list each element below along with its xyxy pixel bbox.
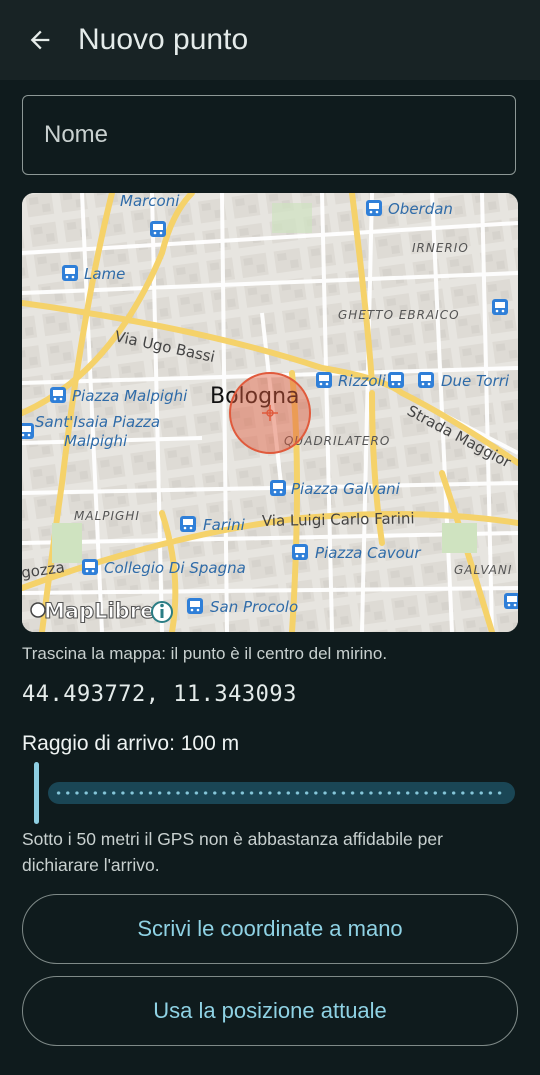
gps-accuracy-note: Sotto i 50 metri il GPS non è abbastanza… <box>22 829 443 875</box>
map-view[interactable]: Marconi Oberdan Lame Rizzoli Due Torri P… <box>22 193 518 632</box>
map-label-piazza-cavour: Piazza Cavour <box>315 544 421 562</box>
slider-tick-marks <box>54 791 504 795</box>
radius-label: Raggio di arrivo: 100 m <box>22 732 240 755</box>
enter-coordinates-manually-button[interactable]: Scrivi le coordinate a mano <box>22 894 518 964</box>
back-button[interactable] <box>18 18 62 62</box>
radius-slider[interactable] <box>22 762 518 826</box>
map-label-galvani: GALVANI <box>454 563 512 577</box>
map-label-collegio-di-spagna: Collegio Di Spagna <box>104 559 246 577</box>
use-current-location-button[interactable]: Usa la posizione attuale <box>22 976 518 1046</box>
name-field-container <box>22 95 516 175</box>
app-bar: Nuovo punto <box>0 0 540 80</box>
map-label-due-torri: Due Torri <box>441 372 510 390</box>
map-label-farini: Farini <box>203 516 246 534</box>
arrow-back-icon <box>30 30 50 50</box>
map-label-malpighi: MALPIGHI <box>74 509 140 523</box>
map-label-irnerio: IRNERIO <box>412 241 469 255</box>
crosshair-icon <box>229 372 311 454</box>
svg-text:MapLibre: MapLibre <box>44 599 154 623</box>
maplibre-logo: MapLibre <box>30 598 155 624</box>
map-label-santisaia-1: Sant'Isaia Piazza <box>35 413 160 431</box>
map-label-oberdan: Oberdan <box>388 200 453 218</box>
attribution-info-icon[interactable] <box>151 601 173 623</box>
map-hint: Trascina la mappa: il punto è il centro … <box>22 644 388 663</box>
map-label-san-procolo: San Procolo <box>210 598 298 616</box>
map-label-piazza-malpighi: Piazza Malpighi <box>72 387 188 405</box>
coordinates-readout: 44.493772, 11.343093 <box>22 682 297 707</box>
map-label-ghetto-ebraico: GHETTO EBRAICO <box>338 308 460 322</box>
page-title: Nuovo punto <box>78 23 249 56</box>
slider-thumb[interactable] <box>34 762 39 824</box>
map-label-via-luigi-carlo-farini: Via Luigi Carlo Farini <box>262 509 415 530</box>
name-field[interactable] <box>23 96 515 174</box>
map-label-piazza-galvani: Piazza Galvani <box>291 480 401 498</box>
map-label-lame: Lame <box>84 265 125 283</box>
map-label-rizzoli: Rizzoli <box>338 372 387 390</box>
map-label-marconi: Marconi <box>120 193 180 210</box>
map-label-santisaia-2: Malpighi <box>64 432 128 450</box>
